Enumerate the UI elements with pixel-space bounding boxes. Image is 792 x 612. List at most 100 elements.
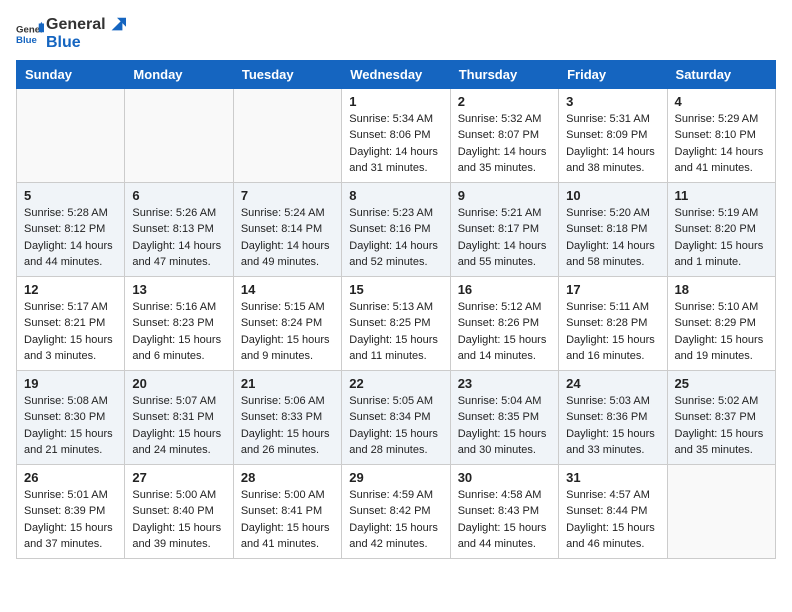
calendar-cell: 23Sunrise: 5:04 AM Sunset: 8:35 PM Dayli… <box>450 370 558 464</box>
day-info: Sunrise: 5:24 AM Sunset: 8:14 PM Dayligh… <box>241 205 334 271</box>
calendar-cell: 19 Sunrise: 5:08 AM Sunset: 8:30 PM Dayli… <box>17 370 125 464</box>
weekday-header-saturday: Saturday <box>667 60 775 88</box>
weekday-header-row: SundayMondayTuesdayWednesdayThursdayFrid… <box>17 60 776 88</box>
day-number: 27 <box>132 470 225 485</box>
day-info: Sunrise: 5:21 AM Sunset: 8:17 PM Dayligh… <box>458 205 551 271</box>
calendar-cell: 13Sunrise: 5:16 AM Sunset: 8:23 PM Dayli… <box>125 276 233 370</box>
day-info: Sunrise: 5:23 AM Sunset: 8:16 PM Dayligh… <box>349 205 442 271</box>
calendar-cell: 22Sunrise: 5:05 AM Sunset: 8:34 PM Dayli… <box>342 370 450 464</box>
calendar-cell: 21Sunrise: 5:06 AM Sunset: 8:33 PM Dayli… <box>233 370 341 464</box>
day-info: Sunrise: 5:26 AM Sunset: 8:13 PM Dayligh… <box>132 205 225 271</box>
day-number: 28 <box>241 470 334 485</box>
calendar-cell: 30 Sunrise: 4:58 AM Sunset: 8:43 PM Dayli… <box>450 464 558 558</box>
day-number: 9 <box>458 188 551 203</box>
day-info: Sunrise: 4:58 AM Sunset: 8:43 PM Dayligh… <box>458 487 551 553</box>
day-number: 14 <box>241 282 334 297</box>
calendar-cell <box>125 88 233 182</box>
day-info: Sunrise: 5:19 AM Sunset: 8:20 PM Dayligh… <box>675 205 768 271</box>
calendar-cell <box>17 88 125 182</box>
day-info: Sunrise: 5:06 AM Sunset: 8:33 PM Dayligh… <box>241 393 334 459</box>
calendar-cell: 14 Sunrise: 5:15 AM Sunset: 8:24 PM Dayli… <box>233 276 341 370</box>
day-number: 30 <box>458 470 551 485</box>
calendar-week-row: 19 Sunrise: 5:08 AM Sunset: 8:30 PM Dayli… <box>17 370 776 464</box>
calendar-cell: 9 Sunrise: 5:21 AM Sunset: 8:17 PM Daylig… <box>450 182 558 276</box>
calendar-cell: 10 Sunrise: 5:20 AM Sunset: 8:18 PM Dayli… <box>559 182 667 276</box>
day-info: Sunrise: 5:15 AM Sunset: 8:24 PM Dayligh… <box>241 299 334 365</box>
calendar-cell: 24 Sunrise: 5:03 AM Sunset: 8:36 PM Dayli… <box>559 370 667 464</box>
logo-blue-text: Blue <box>46 34 126 52</box>
calendar-cell: 17Sunrise: 5:11 AM Sunset: 8:28 PM Dayli… <box>559 276 667 370</box>
day-info: Sunrise: 5:07 AM Sunset: 8:31 PM Dayligh… <box>132 393 225 459</box>
day-info: Sunrise: 5:10 AM Sunset: 8:29 PM Dayligh… <box>675 299 768 365</box>
weekday-header-sunday: Sunday <box>17 60 125 88</box>
calendar-cell: 29Sunrise: 4:59 AM Sunset: 8:42 PM Dayli… <box>342 464 450 558</box>
day-number: 26 <box>24 470 117 485</box>
calendar-cell: 2 Sunrise: 5:32 AM Sunset: 8:07 PM Daylig… <box>450 88 558 182</box>
day-number: 19 <box>24 376 117 391</box>
logo-general-text: General <box>46 16 126 34</box>
page-header: General Blue General Blue <box>16 16 776 52</box>
calendar-cell: 3 Sunrise: 5:31 AM Sunset: 8:09 PM Daylig… <box>559 88 667 182</box>
calendar-cell: 20 Sunrise: 5:07 AM Sunset: 8:31 PM Dayli… <box>125 370 233 464</box>
day-info: Sunrise: 4:57 AM Sunset: 8:44 PM Dayligh… <box>566 487 659 553</box>
day-info: Sunrise: 5:20 AM Sunset: 8:18 PM Dayligh… <box>566 205 659 271</box>
day-info: Sunrise: 5:00 AM Sunset: 8:41 PM Dayligh… <box>241 487 334 553</box>
day-number: 24 <box>566 376 659 391</box>
calendar-week-row: 26Sunrise: 5:01 AM Sunset: 8:39 PM Dayli… <box>17 464 776 558</box>
weekday-header-wednesday: Wednesday <box>342 60 450 88</box>
day-info: Sunrise: 5:34 AM Sunset: 8:06 PM Dayligh… <box>349 111 442 177</box>
calendar-table: SundayMondayTuesdayWednesdayThursdayFrid… <box>16 60 776 559</box>
day-number: 1 <box>349 94 442 109</box>
day-info: Sunrise: 5:28 AM Sunset: 8:12 PM Dayligh… <box>24 205 117 271</box>
calendar-cell: 8 Sunrise: 5:23 AM Sunset: 8:16 PM Daylig… <box>342 182 450 276</box>
day-info: Sunrise: 5:08 AM Sunset: 8:30 PM Dayligh… <box>24 393 117 459</box>
weekday-header-monday: Monday <box>125 60 233 88</box>
calendar-cell: 15 Sunrise: 5:13 AM Sunset: 8:25 PM Dayli… <box>342 276 450 370</box>
day-number: 6 <box>132 188 225 203</box>
calendar-cell: 7 Sunrise: 5:24 AM Sunset: 8:14 PM Daylig… <box>233 182 341 276</box>
day-info: Sunrise: 5:12 AM Sunset: 8:26 PM Dayligh… <box>458 299 551 365</box>
day-info: Sunrise: 4:59 AM Sunset: 8:42 PM Dayligh… <box>349 487 442 553</box>
day-info: Sunrise: 5:13 AM Sunset: 8:25 PM Dayligh… <box>349 299 442 365</box>
weekday-header-friday: Friday <box>559 60 667 88</box>
calendar-cell <box>233 88 341 182</box>
calendar-cell: 26Sunrise: 5:01 AM Sunset: 8:39 PM Dayli… <box>17 464 125 558</box>
day-number: 23 <box>458 376 551 391</box>
day-info: Sunrise: 5:03 AM Sunset: 8:36 PM Dayligh… <box>566 393 659 459</box>
calendar-cell: 4 Sunrise: 5:29 AM Sunset: 8:10 PM Daylig… <box>667 88 775 182</box>
day-number: 3 <box>566 94 659 109</box>
logo-triangle-icon <box>108 16 126 34</box>
weekday-header-thursday: Thursday <box>450 60 558 88</box>
calendar-cell: 16 Sunrise: 5:12 AM Sunset: 8:26 PM Dayli… <box>450 276 558 370</box>
day-info: Sunrise: 5:31 AM Sunset: 8:09 PM Dayligh… <box>566 111 659 177</box>
day-number: 4 <box>675 94 768 109</box>
day-number: 12 <box>24 282 117 297</box>
day-number: 8 <box>349 188 442 203</box>
calendar-cell: 5Sunrise: 5:28 AM Sunset: 8:12 PM Daylig… <box>17 182 125 276</box>
svg-text:Blue: Blue <box>16 35 37 46</box>
calendar-cell: 1 Sunrise: 5:34 AM Sunset: 8:06 PM Daylig… <box>342 88 450 182</box>
day-number: 16 <box>458 282 551 297</box>
day-number: 2 <box>458 94 551 109</box>
day-info: Sunrise: 5:29 AM Sunset: 8:10 PM Dayligh… <box>675 111 768 177</box>
day-number: 7 <box>241 188 334 203</box>
day-info: Sunrise: 5:02 AM Sunset: 8:37 PM Dayligh… <box>675 393 768 459</box>
day-info: Sunrise: 5:11 AM Sunset: 8:28 PM Dayligh… <box>566 299 659 365</box>
day-number: 22 <box>349 376 442 391</box>
day-number: 31 <box>566 470 659 485</box>
day-number: 18 <box>675 282 768 297</box>
calendar-cell: 25Sunrise: 5:02 AM Sunset: 8:37 PM Dayli… <box>667 370 775 464</box>
calendar-cell <box>667 464 775 558</box>
day-info: Sunrise: 5:32 AM Sunset: 8:07 PM Dayligh… <box>458 111 551 177</box>
calendar-week-row: 12Sunrise: 5:17 AM Sunset: 8:21 PM Dayli… <box>17 276 776 370</box>
day-number: 15 <box>349 282 442 297</box>
day-number: 20 <box>132 376 225 391</box>
calendar-cell: 31 Sunrise: 4:57 AM Sunset: 8:44 PM Dayli… <box>559 464 667 558</box>
calendar-week-row: 1 Sunrise: 5:34 AM Sunset: 8:06 PM Daylig… <box>17 88 776 182</box>
day-number: 10 <box>566 188 659 203</box>
day-info: Sunrise: 5:16 AM Sunset: 8:23 PM Dayligh… <box>132 299 225 365</box>
logo: General Blue General Blue <box>16 16 126 52</box>
calendar-cell: 28 Sunrise: 5:00 AM Sunset: 8:41 PM Dayli… <box>233 464 341 558</box>
logo-icon: General Blue <box>16 20 44 48</box>
calendar-week-row: 5Sunrise: 5:28 AM Sunset: 8:12 PM Daylig… <box>17 182 776 276</box>
